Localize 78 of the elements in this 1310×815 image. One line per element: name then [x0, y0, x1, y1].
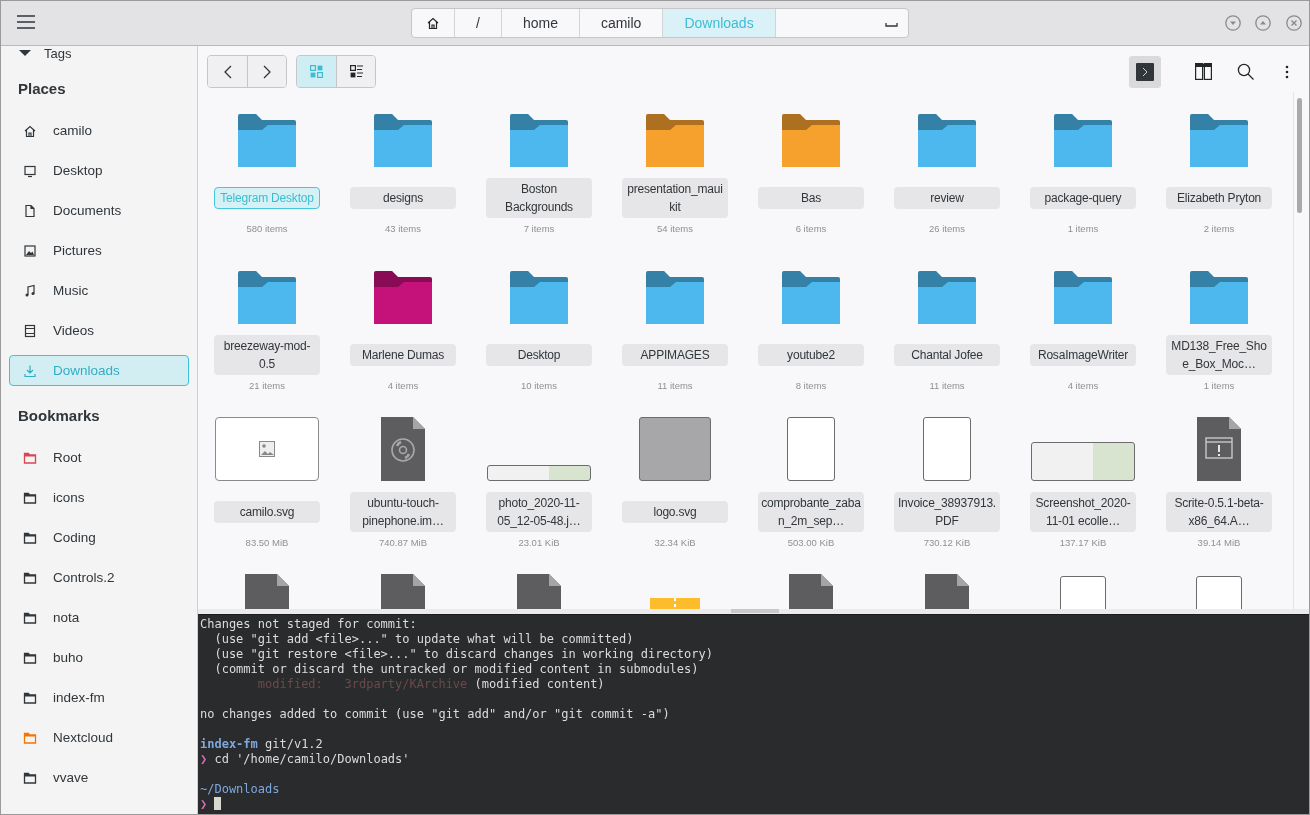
sidebar-item[interactable]: index-fm	[9, 682, 189, 713]
terminal-line: ~/Downloads	[200, 782, 281, 797]
item-info: 23.01 KiB	[518, 537, 560, 548]
sidebar-item[interactable]: Videos	[9, 315, 189, 346]
file-name[interactable]: Elizabeth Pryton	[1166, 187, 1272, 209]
item-info: 54 items	[657, 223, 693, 234]
sidebar-item[interactable]: Root	[9, 442, 189, 473]
file-name[interactable]: designs	[350, 187, 456, 209]
item-info: 730.12 KiB	[923, 537, 971, 548]
file-name[interactable]: camilo.svg	[214, 501, 320, 523]
sidebar-item[interactable]: camilo	[9, 115, 189, 146]
item-info: 43 items	[385, 223, 421, 234]
file-name[interactable]: breezeway-mod-0.5	[214, 335, 320, 375]
file-name[interactable]: Chantal Jofee	[894, 344, 1000, 366]
sidebar-item[interactable]: Documents	[9, 195, 189, 226]
prompt-directory: index-fm	[200, 737, 258, 751]
item-info: 11 items	[657, 380, 693, 391]
sidebar-item[interactable]: Coding	[9, 522, 189, 553]
sidebar-item[interactable]: icons	[9, 482, 189, 513]
terminal-line: (commit or discard the untracked or modified content in submodules)	[213, 662, 700, 677]
sidebar-item[interactable]: Controls.2	[9, 562, 189, 593]
item-info: 503.00 KiB	[787, 537, 835, 548]
item-info: 1 items	[1203, 380, 1235, 391]
file-name[interactable]: package-query	[1030, 187, 1136, 209]
prompt-branch: git/v1.2	[264, 737, 323, 751]
file-name[interactable]: ubuntu-touch-pinephone.im…	[350, 492, 456, 532]
item-info: 10 items	[521, 380, 557, 391]
file-name[interactable]: comprobante_zaban_2m_sep…	[758, 492, 864, 532]
item-info: 39.14 MiB	[1197, 537, 1241, 548]
item-info: 4 items	[387, 380, 419, 391]
item-info: 32.34 KiB	[654, 537, 696, 548]
sidebar-item[interactable]: Desktop	[9, 155, 189, 186]
file-name[interactable]: logo.svg	[622, 501, 728, 523]
terminal-command: cd '/home/camilo/Downloads'	[213, 752, 410, 766]
file-name[interactable]: Boston Backgrounds	[486, 178, 592, 218]
file-name[interactable]: youtube2	[758, 344, 864, 366]
sidebar-item[interactable]: Nextcloud	[9, 722, 189, 753]
file-name[interactable]: Desktop	[486, 344, 592, 366]
item-info: 6 items	[795, 223, 827, 234]
prompt-symbol: ❯	[200, 752, 208, 766]
terminal-text: modified: 3rdparty/KArchive	[256, 677, 468, 691]
item-info: 21 items	[249, 380, 285, 391]
file-name[interactable]: Screenshot_2020-11-01 ecolle…	[1030, 492, 1136, 532]
file-name[interactable]: presentation_mauikit	[622, 178, 728, 218]
item-info: 8 items	[795, 380, 827, 391]
file-name[interactable]: review	[894, 187, 1000, 209]
section-heading: Bookmarks	[17, 406, 101, 426]
item-info: 7 items	[523, 223, 555, 234]
file-name[interactable]: Bas	[758, 187, 864, 209]
terminal-line: Changes not staged for commit:	[200, 617, 418, 632]
file-name[interactable]: MD138_Free_Shoe_Box_Moc…	[1166, 335, 1272, 375]
file-name[interactable]: Invoice_38937913.PDF	[894, 492, 1000, 532]
file-name[interactable]: photo_2020-11-05_12-05-48.j…	[486, 492, 592, 532]
terminal-text: (modified content)	[473, 677, 605, 691]
prompt-symbol: ❯	[200, 797, 208, 811]
file-name[interactable]: Marlene Dumas	[350, 344, 456, 366]
terminal-line: (use "git restore <file>..." to discard changes in working directory)	[213, 647, 714, 662]
terminal-line: (use "git add <file>..." to update what will be committed)	[213, 632, 635, 647]
sidebar-item[interactable]: buho	[9, 642, 189, 673]
item-info: 740.87 MiB	[378, 537, 428, 548]
item-info: 1 items	[1067, 223, 1099, 234]
file-name[interactable]: Scrite-0.5.1-beta-x86_64.A…	[1166, 492, 1272, 532]
sidebar-item[interactable]: nota	[9, 602, 189, 633]
terminal-line: no changes added to commit (use "git add" and/or "git commit -a")	[200, 707, 671, 722]
sidebar-item[interactable]: Pictures	[9, 235, 189, 266]
file-name[interactable]: RosaImageWriter	[1030, 344, 1136, 366]
item-info: 137.17 KiB	[1059, 537, 1107, 548]
sidebar-item[interactable]: vvave	[9, 762, 189, 793]
item-info: 2 items	[1203, 223, 1235, 234]
section-label[interactable]: Tags	[44, 46, 72, 61]
item-info: 26 items	[929, 223, 965, 234]
item-info: 580 items	[246, 223, 288, 234]
item-info: 11 items	[929, 380, 965, 391]
sidebar-item[interactable]: Music	[9, 275, 189, 306]
section-heading: Places	[17, 79, 67, 99]
file-name[interactable]: APPIMAGES	[622, 344, 728, 366]
item-info: 83.50 MiB	[245, 537, 289, 548]
item-info: 4 items	[1067, 380, 1099, 391]
